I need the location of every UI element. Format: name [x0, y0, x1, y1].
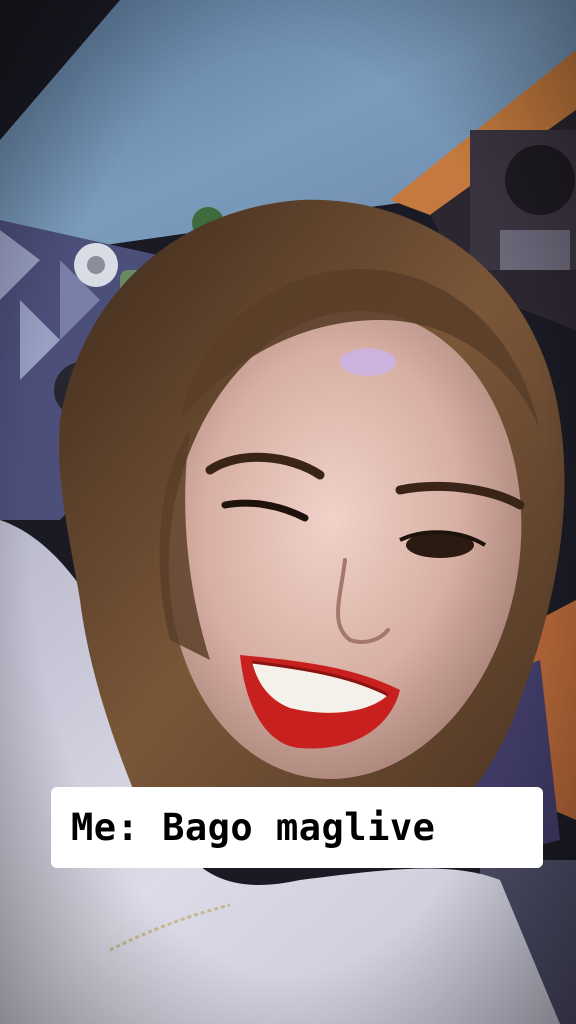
selfie-photo: [0, 0, 576, 1024]
caption-text: Me: Bago maglive: [71, 806, 436, 849]
video-frame: Me: Bago maglive: [0, 0, 576, 1024]
caption-box: Me: Bago maglive: [51, 787, 543, 868]
